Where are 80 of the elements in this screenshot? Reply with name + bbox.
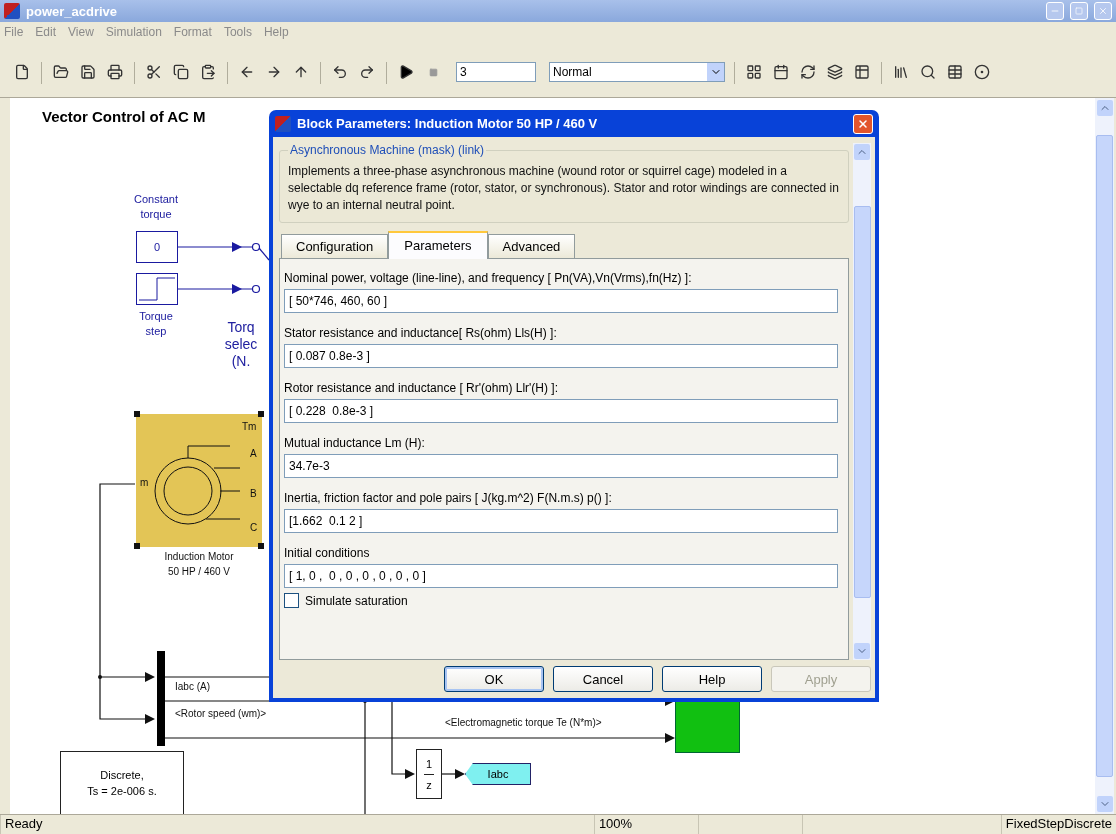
parameter-label: Stator resistance and inductance[ Rs(ohm) Lls(H) ]: — [284, 326, 558, 340]
parameter-field[interactable]: [ 50*746, 460, 60 ] — [284, 289, 838, 313]
signal-label: <Rotor speed (wm)> — [175, 707, 267, 721]
block-label: Torq selec (N. — [223, 319, 259, 370]
printer-icon[interactable] — [107, 64, 123, 80]
folder-icon[interactable] — [53, 64, 69, 80]
block-label: Torque step — [138, 309, 174, 339]
port-label: A — [250, 448, 257, 459]
parameter-field[interactable]: [ 0.087 0.8e-3 ] — [284, 344, 838, 368]
parameter-label: Nominal power, voltage (line-line), and frequency [ Pn(VA),Vn(Vrms),fn(Hz) ]: — [284, 271, 693, 285]
calendar-icon[interactable] — [773, 64, 789, 80]
table-icon[interactable] — [854, 64, 870, 80]
block-label: Induction Motor 50 HP / 460 V — [163, 550, 235, 579]
group-title: Asynchronous Machine (mask) (link) — [289, 143, 486, 157]
dialog-button[interactable]: Cancel — [553, 666, 653, 692]
port-label: C — [250, 522, 258, 533]
parameter-field[interactable]: [ 0.228 0.8e-3 ] — [284, 399, 838, 423]
zoom-level: 100% — [593, 815, 698, 834]
redo-icon[interactable] — [359, 64, 375, 80]
search-icon[interactable] — [920, 64, 936, 80]
goto-tag[interactable]: Iabc — [465, 763, 531, 785]
description-text: Implements a three-phase asynchronous machine (wound rotor or squirrel cage) modeled in a selectable dq reference frame (rotor, stator, or synchronous). Stator and rotor windings are connected in wye to an internal neutral point. — [288, 163, 840, 214]
library-icon[interactable] — [893, 64, 909, 80]
window-title: power_acdrive — [26, 3, 119, 19]
parameter-field[interactable]: 34.7e-3 — [284, 454, 838, 478]
app-icon — [4, 3, 20, 19]
app-icon — [275, 115, 291, 132]
scrollbar[interactable] — [853, 143, 871, 660]
grid-icon[interactable] — [746, 64, 762, 80]
checkbox-label: Simulate saturation — [305, 593, 408, 608]
parameter-label: Rotor resistance and inductance [ Rr'(ohm) Llr'(H) ]: — [284, 381, 559, 395]
delay-block[interactable]: 1 z — [416, 749, 442, 799]
signal-line — [441, 768, 465, 780]
block-label: Constant torque — [133, 192, 179, 222]
diagram-title: Vector Control of AC M — [42, 108, 206, 125]
parameter-field[interactable]: [ 1, 0 , 0 , 0 , 0 , 0 , 0 , 0 ] — [284, 564, 838, 588]
new-file-icon[interactable] — [14, 64, 30, 80]
refresh-icon[interactable] — [800, 64, 816, 80]
table-icon[interactable] — [947, 64, 963, 80]
selection-handle[interactable] — [258, 411, 264, 417]
scroll-thumb[interactable] — [1096, 135, 1113, 777]
undo-icon[interactable] — [332, 64, 348, 80]
scrollbar[interactable] — [1095, 98, 1114, 814]
tab[interactable]: Advanced — [487, 234, 576, 259]
parameter-field[interactable]: [1.662 0.1 2 ] — [284, 509, 838, 533]
signal-label: <Electromagnetic torque Te (N*m)> — [445, 716, 602, 730]
selection-handle[interactable] — [134, 411, 140, 417]
parameter-label: Initial conditions — [284, 546, 371, 560]
layers-icon[interactable] — [827, 64, 843, 80]
solver-name: FixedStepDiscrete — [1000, 815, 1116, 834]
target-icon[interactable] — [974, 64, 990, 80]
scroll-thumb[interactable] — [853, 205, 871, 598]
checkbox[interactable] — [284, 593, 299, 608]
parameter-label: Inertia, friction factor and pole pairs [ J(kg.m^2) F(N.m.s) p() ]: — [284, 491, 613, 505]
dialog-button[interactable]: Help — [662, 666, 762, 692]
paste-icon[interactable] — [200, 64, 216, 80]
tab[interactable]: Parameters — [388, 231, 488, 259]
port-label: Tm — [242, 421, 257, 432]
port-label: m — [140, 477, 149, 488]
play-icon[interactable] — [398, 64, 414, 80]
copy-icon[interactable] — [173, 64, 189, 80]
mode-dropdown[interactable]: Normal — [549, 62, 725, 82]
step-block[interactable] — [136, 273, 178, 305]
induction-motor-block[interactable] — [136, 414, 262, 547]
dialog-button[interactable]: OK — [444, 666, 544, 692]
signal-label: Iabc (A) — [175, 680, 210, 694]
stop-time-field[interactable]: 3 — [456, 62, 536, 82]
selection-handle[interactable] — [134, 543, 140, 549]
discrete-block[interactable]: Discrete, Ts = 2e-006 s. — [60, 751, 184, 814]
constant-block[interactable]: 0 — [136, 231, 178, 263]
step-signal-icon — [137, 274, 177, 304]
save-icon[interactable] — [80, 64, 96, 80]
scissors-icon[interactable] — [146, 64, 162, 80]
dialog-title: Block Parameters: Induction Motor 50 HP / 460 V — [297, 116, 599, 131]
arrow-right-icon[interactable] — [266, 64, 282, 80]
selection-handle[interactable] — [258, 543, 264, 549]
tab[interactable]: Configuration — [281, 234, 389, 259]
status-message: Ready — [0, 815, 594, 834]
port-label: B — [250, 488, 257, 499]
parameter-label: Mutual inductance Lm (H): — [284, 436, 426, 450]
